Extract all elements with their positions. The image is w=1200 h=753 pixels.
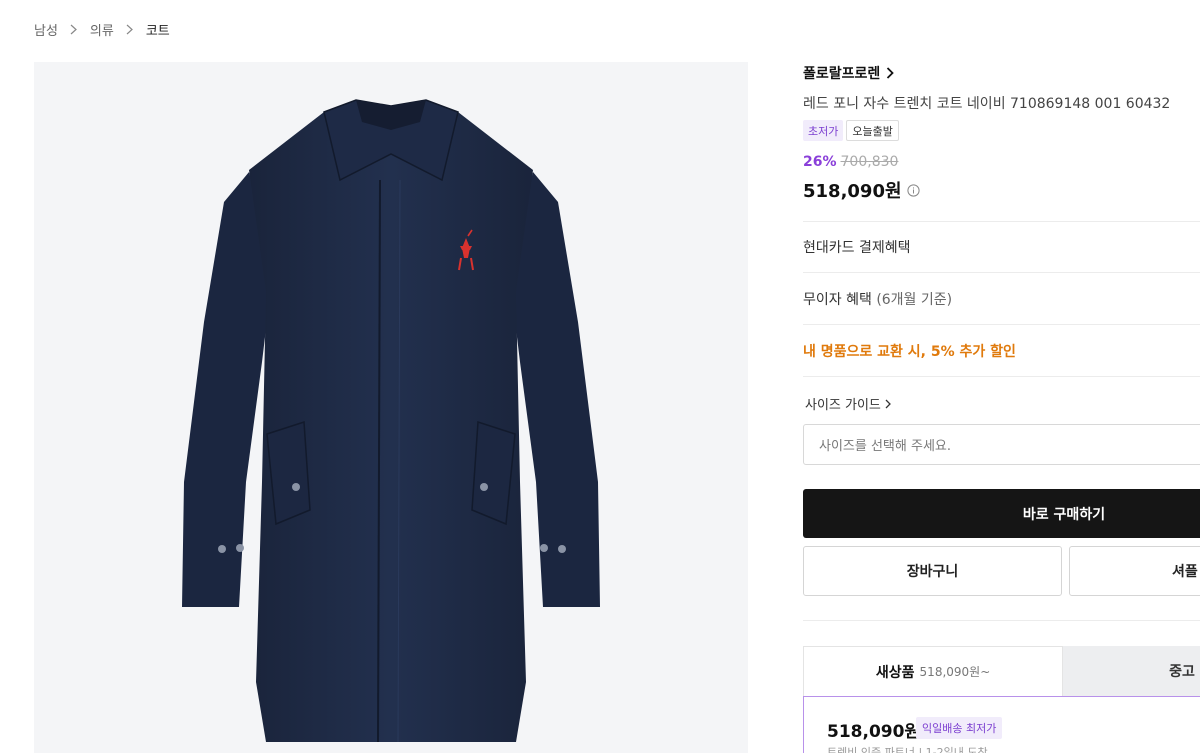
- badge-lowest-price: 초저가: [803, 120, 844, 141]
- discount-rate: 26%: [803, 154, 837, 170]
- badge-next-day-lowest: 익일배송 최저가: [916, 717, 1003, 739]
- divider: [803, 376, 1200, 377]
- product-image[interactable]: [34, 62, 748, 753]
- product-title: 레드 포니 자수 트렌치 코트 네이비 710869148 001 60432: [803, 96, 1171, 112]
- chevron-right-icon: [886, 67, 895, 79]
- size-guide-label: 사이즈 가이드: [805, 398, 881, 413]
- installment-note: (6개월 기준): [876, 292, 953, 308]
- brand-name: 폴로랄프로렌: [803, 66, 881, 82]
- buy-now-label: 바로 구매하기: [1022, 506, 1106, 523]
- offer-price: 518,090원: [827, 722, 921, 742]
- condition-tabs: 새상품 518,090원~ 중고: [803, 646, 1200, 696]
- trade-in-promo-link[interactable]: 내 명품으로 교환 시, 5% 추가 할인: [803, 341, 1016, 361]
- original-price: 700,830: [840, 154, 899, 170]
- shuffle-button[interactable]: 셔플: [1069, 546, 1200, 596]
- divider: [803, 620, 1200, 621]
- seller-offer-card[interactable]: 518,090원 익일배송 최저가 트렌비 인증 파트너 | 1-2일내 도착: [803, 696, 1200, 753]
- buy-now-button[interactable]: 바로 구매하기: [803, 489, 1200, 538]
- size-select[interactable]: 사이즈를 선택해 주세요.: [803, 424, 1200, 465]
- size-guide-link[interactable]: 사이즈 가이드: [805, 394, 891, 413]
- add-to-cart-button[interactable]: 장바구니: [803, 546, 1062, 596]
- divider: [803, 272, 1200, 273]
- chevron-right-icon: [66, 24, 82, 35]
- tab-new-price: 518,090원~: [919, 665, 991, 679]
- breadcrumb-item-men[interactable]: 남성: [34, 20, 58, 39]
- tab-new-product[interactable]: 새상품 518,090원~: [803, 646, 1064, 696]
- divider: [803, 324, 1200, 325]
- installment-benefit-link[interactable]: 무이자 혜택 (6개월 기준): [803, 289, 952, 309]
- breadcrumb-item-clothing[interactable]: 의류: [90, 20, 114, 39]
- coat-illustration: [182, 99, 600, 743]
- breadcrumb-item-coat[interactable]: 코트: [146, 20, 170, 39]
- price-discount-row: 26% 700,830: [803, 154, 898, 170]
- tab-used-product[interactable]: 중고: [1063, 646, 1200, 696]
- tab-new-label: 새상품: [875, 664, 915, 681]
- chevron-right-icon: [122, 24, 138, 35]
- badge-list: 초저가 오늘출발: [803, 120, 899, 141]
- card-benefit-link[interactable]: 현대카드 결제혜택: [803, 237, 911, 257]
- price-row: 518,090원: [803, 177, 920, 203]
- final-price: 518,090원: [803, 181, 902, 202]
- info-circle-icon[interactable]: [906, 183, 920, 197]
- breadcrumb: 남성 의류 코트: [34, 20, 170, 39]
- offer-seller-info: 트렌비 인증 파트너 | 1-2일내 도착: [827, 746, 988, 753]
- installment-label: 무이자 혜택: [803, 292, 872, 308]
- badge-same-day-shipping: 오늘출발: [846, 120, 899, 141]
- divider: [803, 221, 1200, 222]
- chevron-right-icon: [885, 399, 891, 409]
- brand-link[interactable]: 폴로랄프로렌: [803, 62, 895, 84]
